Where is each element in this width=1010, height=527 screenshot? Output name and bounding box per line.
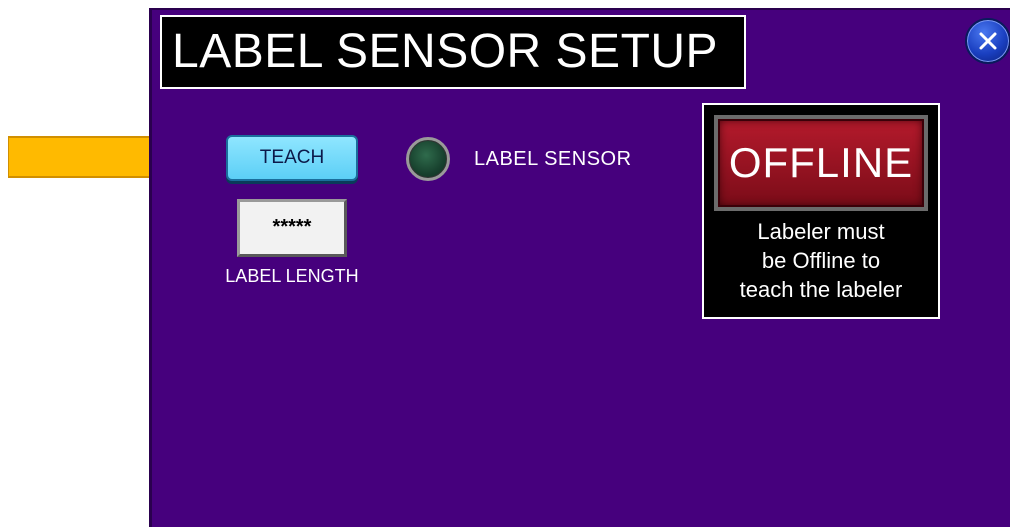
label-sensor-indicator (406, 137, 450, 181)
label-length-field[interactable]: ***** (237, 199, 347, 257)
label-sensor-label: LABEL SENSOR (474, 148, 632, 170)
offline-message-line: be Offline to (761, 248, 881, 273)
offline-status-panel: OFFLINE Labeler must be Offline to teach… (702, 103, 940, 319)
offline-message-line: teach the labeler (739, 277, 903, 302)
offline-button[interactable]: OFFLINE (714, 115, 928, 211)
teach-button[interactable]: TEACH (226, 135, 358, 181)
close-icon (979, 32, 997, 50)
offline-message-line: Labeler must (757, 219, 885, 244)
offline-message: Labeler must be Offline to teach the lab… (704, 217, 938, 304)
label-length-caption: LABEL LENGTH (225, 266, 359, 286)
page-title: LABEL SENSOR SETUP (160, 15, 746, 89)
screen: LABEL SENSOR SETUP TEACH ***** LABEL LEN… (0, 0, 1010, 527)
close-button[interactable] (965, 18, 1010, 64)
